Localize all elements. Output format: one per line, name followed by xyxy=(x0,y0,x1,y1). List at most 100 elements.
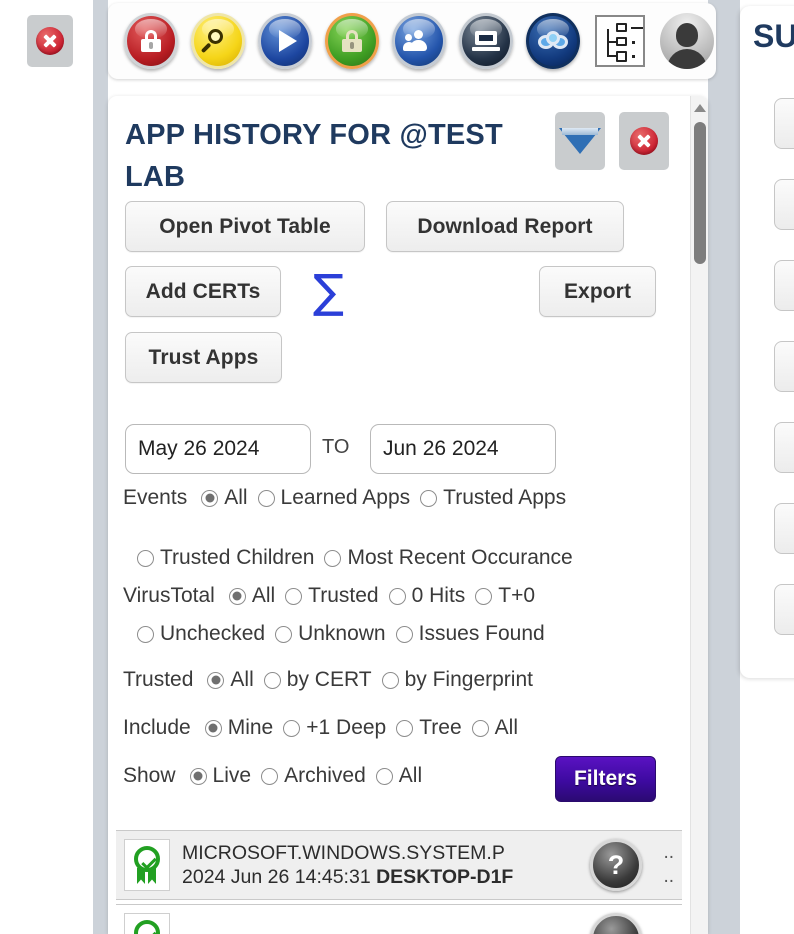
filter-group-label: Events xyxy=(123,486,187,510)
summary-button-5[interactable] xyxy=(774,422,794,473)
filter-group-label: Include xyxy=(123,716,191,740)
radio-virustotal-trusted[interactable]: Trusted xyxy=(285,584,378,608)
summary-button-3[interactable] xyxy=(774,260,794,311)
summary-button-6[interactable] xyxy=(774,503,794,554)
user-avatar-icon xyxy=(660,13,714,69)
radio-indicator xyxy=(324,550,341,567)
radio-events-most-recent-occurance[interactable]: Most Recent Occurance xyxy=(324,546,572,570)
export-button[interactable]: Export xyxy=(539,266,656,317)
toolbar-item-search[interactable] xyxy=(189,12,247,70)
radio-virustotal-unknown[interactable]: Unknown xyxy=(275,622,386,646)
radio-indicator xyxy=(201,490,218,507)
page-title: APP HISTORY FOR @TEST LAB xyxy=(125,114,545,198)
close-panel-button[interactable] xyxy=(619,112,669,170)
radio-label: Unchecked xyxy=(160,622,265,646)
date-to-input[interactable]: Jun 26 2024 xyxy=(370,424,556,474)
radio-show-archived[interactable]: Archived xyxy=(261,764,366,788)
result-text: MICROSOFT.WINDOWS.SYSTEM.P 2024 Jun 26 1… xyxy=(182,841,659,889)
radio-label: All xyxy=(495,716,518,740)
blue-cloud-icon xyxy=(526,13,580,69)
result-timestamp: 2024 Jun 26 14:45:31 xyxy=(182,866,376,888)
main-toolbar xyxy=(108,3,716,79)
blue-play-icon xyxy=(258,13,312,69)
radio-trusted-by-fingerprint[interactable]: by Fingerprint xyxy=(382,668,533,692)
trust-apps-button[interactable]: Trust Apps xyxy=(125,332,282,383)
filter-group-events-extra: Trusted Children Most Recent Occurance xyxy=(123,546,693,570)
radio-events-trusted-apps[interactable]: Trusted Apps xyxy=(420,486,566,510)
radio-trusted-all[interactable]: All xyxy=(207,668,253,692)
radio-indicator xyxy=(261,768,278,785)
radio-indicator xyxy=(396,720,413,737)
radio-show-live[interactable]: Live xyxy=(190,764,252,788)
toolbar-item-cloud[interactable] xyxy=(524,12,582,70)
radio-label: by CERT xyxy=(287,668,372,692)
table-row[interactable]: MICROSOFT.WINDOWS.SYSTEM.P 2024 Jun 26 1… xyxy=(116,830,682,900)
flow-diagram-icon xyxy=(595,15,645,67)
summary-panel-title: SU xyxy=(753,18,794,55)
filter-group-include: Include Mine +1 Deep Tree All xyxy=(123,716,693,740)
radio-events-trusted-children[interactable]: Trusted Children xyxy=(137,546,314,570)
radio-indicator xyxy=(229,588,246,605)
toolbar-item-trusted-apps[interactable] xyxy=(323,12,381,70)
radio-virustotal-unchecked[interactable]: Unchecked xyxy=(137,622,265,646)
radio-label: +1 Deep xyxy=(306,716,386,740)
toolbar-item-tree-view[interactable] xyxy=(591,12,649,70)
date-from-input[interactable]: May 26 2024 xyxy=(125,424,311,474)
toolbar-item-red-lock[interactable] xyxy=(122,12,180,70)
filter-funnel-button[interactable] xyxy=(555,112,605,170)
radio-indicator xyxy=(264,672,281,689)
summary-button-7[interactable] xyxy=(774,584,794,635)
vertical-scrollbar[interactable] xyxy=(690,96,708,934)
window-close-button[interactable] xyxy=(27,15,73,67)
filters-button[interactable]: Filters xyxy=(555,756,656,802)
radio-indicator xyxy=(285,588,302,605)
radio-virustotal-all[interactable]: All xyxy=(229,584,275,608)
open-pivot-table-button[interactable]: Open Pivot Table xyxy=(125,201,365,252)
help-icon[interactable] xyxy=(590,913,642,934)
radio-virustotal-t-plus-0[interactable]: T+0 xyxy=(475,584,535,608)
results-list: MICROSOFT.WINDOWS.SYSTEM.P 2024 Jun 26 1… xyxy=(116,830,682,934)
toolbar-item-account[interactable] xyxy=(658,12,716,70)
date-range-separator: TO xyxy=(322,436,349,459)
result-timestamp-host: 2024 Jun 26 14:45:31 DESKTOP-D1F xyxy=(182,865,659,889)
radio-virustotal-0-hits[interactable]: 0 Hits xyxy=(389,584,466,608)
radio-virustotal-issues-found[interactable]: Issues Found xyxy=(396,622,545,646)
radio-label: by Fingerprint xyxy=(405,668,533,692)
close-icon xyxy=(630,127,658,155)
summary-button-1[interactable] xyxy=(774,98,794,149)
download-report-button[interactable]: Download Report xyxy=(386,201,624,252)
radio-indicator xyxy=(207,672,224,689)
yellow-magnifier-icon xyxy=(191,13,245,69)
radio-indicator xyxy=(283,720,300,737)
app-root: APP HISTORY FOR @TEST LAB Open Pivot Tab… xyxy=(0,0,794,934)
scrollbar-thumb[interactable] xyxy=(694,122,706,264)
radio-events-all[interactable]: All xyxy=(201,486,247,510)
radio-indicator xyxy=(472,720,489,737)
help-icon[interactable]: ? xyxy=(590,839,642,891)
radio-label: All xyxy=(252,584,275,608)
radio-include-all[interactable]: All xyxy=(472,716,518,740)
toolbar-item-endpoints[interactable] xyxy=(457,12,515,70)
table-row[interactable] xyxy=(116,904,682,934)
radio-indicator xyxy=(389,588,406,605)
summary-button-2[interactable] xyxy=(774,179,794,230)
result-hostname: DESKTOP-D1F xyxy=(376,866,513,888)
app-history-panel: APP HISTORY FOR @TEST LAB Open Pivot Tab… xyxy=(108,96,708,934)
radio-trusted-by-cert[interactable]: by CERT xyxy=(264,668,372,692)
filter-group-label: Trusted xyxy=(123,668,193,692)
radio-events-learned-apps[interactable]: Learned Apps xyxy=(258,486,411,510)
radio-include-plus-1-deep[interactable]: +1 Deep xyxy=(283,716,386,740)
filter-group-trusted: Trusted All by CERT by Fingerprint xyxy=(123,668,693,692)
green-certificate-icon xyxy=(124,839,170,891)
radio-show-all[interactable]: All xyxy=(376,764,422,788)
radio-include-mine[interactable]: Mine xyxy=(205,716,274,740)
radio-label: All xyxy=(230,668,253,692)
toolbar-item-play[interactable] xyxy=(256,12,314,70)
scroll-up-arrow-icon[interactable] xyxy=(694,104,706,112)
toolbar-item-users[interactable] xyxy=(390,12,448,70)
sigma-icon[interactable]: ∑ xyxy=(313,268,357,316)
radio-include-tree[interactable]: Tree xyxy=(396,716,461,740)
add-certs-button[interactable]: Add CERTs xyxy=(125,266,281,317)
radio-label: 0 Hits xyxy=(412,584,466,608)
summary-button-4[interactable] xyxy=(774,341,794,392)
